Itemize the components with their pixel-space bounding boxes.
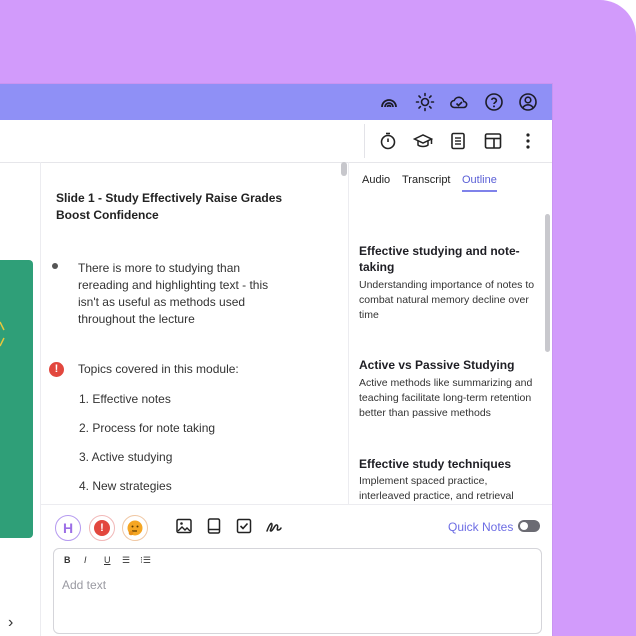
notes-icon[interactable] [448,131,468,151]
numbered-list-button[interactable]: ⁝☰ [140,555,151,566]
rainbow-icon[interactable] [379,92,399,112]
alert-note-button[interactable]: ! [89,515,115,541]
bold-button[interactable]: B [64,555,71,565]
sun-icon[interactable] [415,92,435,112]
bullet-list-button[interactable]: ☰ [122,555,130,566]
underline-button[interactable]: U [104,555,111,565]
alert-icon[interactable]: ! [49,362,64,377]
checkbox-icon[interactable] [235,517,253,535]
italic-button[interactable]: I [84,555,87,565]
topic-item: 3. Active studying [79,450,173,464]
toggle-knob [520,522,528,530]
quick-notes-toggle[interactable] [518,520,540,532]
alert-icon: ! [94,520,110,536]
layout-icon[interactable] [483,131,503,151]
highlight-h-button[interactable]: H [55,515,81,541]
thinking-face-icon [127,520,143,536]
topic-item: 1. Effective notes [79,392,171,406]
scrollbar-thumb[interactable] [341,162,347,176]
more-vert-icon[interactable] [518,131,538,151]
top-bar [0,84,552,120]
note-editor[interactable]: B I U ☰ ⁝☰ Add text [53,548,542,634]
note-input-placeholder[interactable]: Add text [62,578,106,592]
graduation-cap-icon[interactable] [413,131,433,151]
book-icon[interactable] [205,517,223,535]
cloud-check-icon[interactable] [449,92,469,112]
outline-item-text: Implement spaced practice, interleaved p… [359,475,514,502]
toolbar [0,120,552,163]
column-divider [348,162,349,504]
outline-scrollbar[interactable] [545,214,550,352]
outline-item-text: Understanding importance of notes to com… [359,279,535,321]
tab-transcript[interactable]: Transcript [402,174,451,186]
signature-icon[interactable] [265,517,283,535]
slide-bullet-text: There is more to studying than rereading… [78,261,269,326]
outline-item-title: Effective study techniques [359,457,512,471]
tab-outline[interactable]: Outline [462,174,497,186]
topic-item: 2. Process for note taking [79,421,216,435]
emoji-button[interactable] [122,515,148,541]
slide-title: Slide 1 - Study Effectively Raise Grades… [56,191,283,222]
image-icon[interactable] [175,517,193,535]
quick-notes-label: Quick Notes [448,520,514,534]
topic-item: 4. New strategies [79,479,172,493]
active-tab-underline [462,190,497,192]
outline-item-text: Active methods like summarizing and teac… [359,377,533,419]
toolbar-divider [364,124,365,158]
app-window: › Slide 1 - Study Effectively Raise Grad… [0,84,552,636]
timer-icon[interactable] [378,131,398,151]
bullet-icon [52,263,58,269]
outline-item-title: Active vs Passive Studying [359,358,515,372]
help-icon[interactable] [484,92,504,112]
notes-panel: H ! Quick Notes B I U ☰ ⁝☰ Add text [41,504,552,636]
user-icon[interactable] [518,92,538,112]
tab-audio[interactable]: Audio [362,174,390,186]
slide-highlight-mark [0,321,5,347]
slide-thumbnail[interactable] [0,260,33,538]
topics-intro: Topics covered in this module: [78,362,239,376]
outline-item-title: Effective studying and note-taking [359,244,520,274]
expand-chevron-icon[interactable]: › [8,614,13,632]
